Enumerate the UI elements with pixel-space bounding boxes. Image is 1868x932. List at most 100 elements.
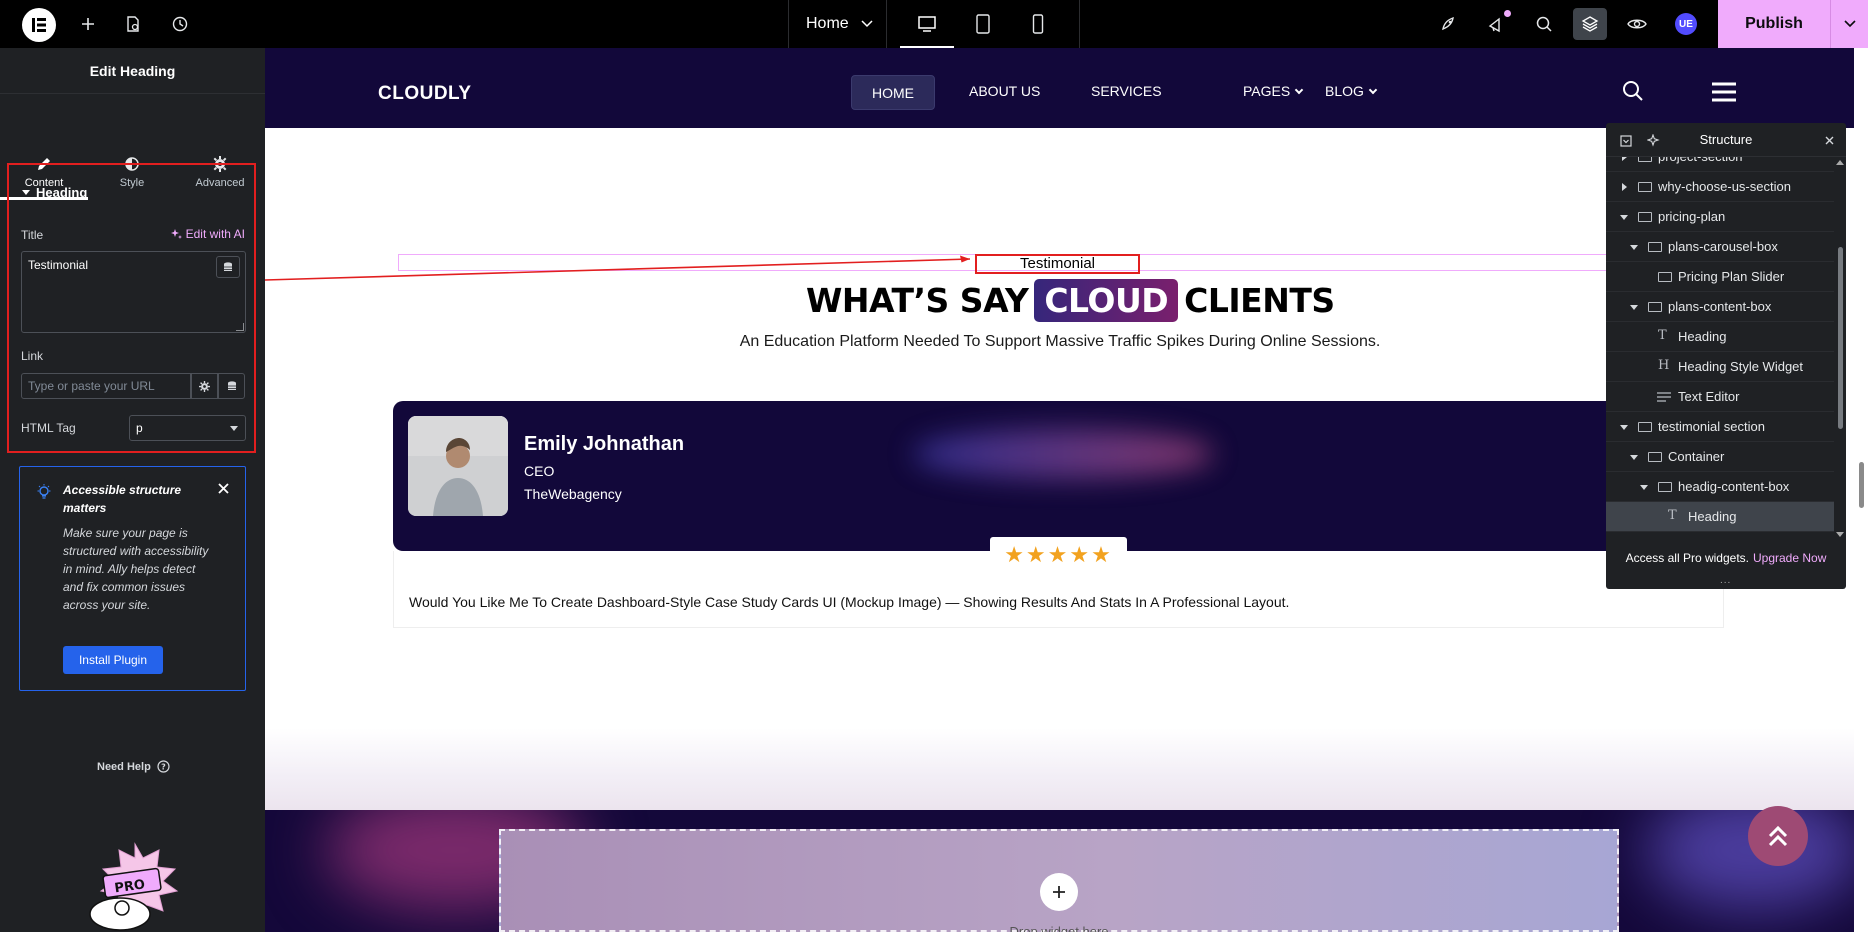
preview-icon[interactable] — [1622, 0, 1652, 48]
collapse-icon[interactable] — [1630, 455, 1638, 460]
tree-item[interactable]: T Heading — [1606, 322, 1834, 352]
svg-text:?: ? — [161, 763, 166, 772]
scroll-down-icon[interactable] — [1836, 532, 1844, 537]
title-label: Title — [21, 228, 44, 242]
resize-handle[interactable] — [236, 323, 244, 331]
tree-item-label: why-choose-us-section — [1658, 179, 1791, 194]
editor-panel: Edit Heading Content Style Advanced Head… — [0, 48, 265, 932]
tree-item-selected[interactable]: T Heading — [1606, 502, 1834, 532]
notice-text: Make sure your page is structured with a… — [63, 526, 209, 612]
html-tag-label: HTML Tag — [21, 421, 76, 435]
publish-options-button[interactable] — [1830, 0, 1868, 48]
tablet-icon[interactable] — [956, 0, 1010, 48]
need-help-link[interactable]: Need Help ? — [97, 760, 170, 773]
dynamic-tags-button[interactable] — [216, 256, 240, 278]
html-tag-select[interactable]: p — [129, 415, 246, 441]
expand-icon[interactable] — [1622, 183, 1627, 191]
ai-sparkle-icon[interactable] — [1647, 134, 1661, 148]
nav-item-blog-label: BLOG — [1325, 83, 1364, 99]
gear-icon — [199, 380, 210, 392]
collapse-icon[interactable] — [1630, 245, 1638, 250]
elementor-logo-icon[interactable] — [22, 8, 56, 42]
container-icon — [1658, 272, 1672, 282]
scroll-to-top-button[interactable] — [1748, 806, 1808, 866]
expand-icon[interactable] — [1622, 157, 1627, 161]
structure-header: Structure — [1606, 123, 1846, 157]
database-icon — [227, 380, 236, 390]
add-icon[interactable] — [73, 0, 103, 48]
collapse-icon[interactable] — [1620, 425, 1628, 430]
tree-item[interactable]: headig-content-box — [1606, 472, 1834, 502]
nav-item-blog[interactable]: BLOG — [1325, 83, 1378, 99]
tree-item-label: project-section — [1658, 157, 1743, 164]
structure-panel: Structure project-section why-choose-us-… — [1606, 123, 1846, 589]
link-options-button[interactable] — [191, 373, 218, 399]
link-dynamic-tags-button[interactable] — [218, 373, 245, 399]
nav-item-home[interactable]: HOME — [851, 75, 935, 110]
heading-section: Heading Title Edit with AI Testimonial L… — [7, 163, 256, 453]
site-logo[interactable]: CLOUDLY — [378, 83, 472, 105]
container-icon — [1638, 422, 1652, 432]
close-icon[interactable] — [218, 481, 229, 499]
scroll-up-icon[interactable] — [1836, 160, 1844, 165]
nav-item-services[interactable]: SERVICES — [1091, 83, 1162, 99]
tree-item[interactable]: Text Editor — [1606, 382, 1834, 412]
tree-item[interactable]: Pricing Plan Slider — [1606, 262, 1834, 292]
user-avatar[interactable]: UE — [1675, 13, 1697, 35]
tree-item-label: pricing-plan — [1658, 209, 1726, 224]
collapse-icon[interactable] — [1640, 485, 1648, 490]
site-search-icon[interactable] — [1622, 80, 1644, 107]
publish-button[interactable]: Publish — [1718, 0, 1830, 48]
notifications-icon[interactable] — [1481, 0, 1511, 48]
section-subheading: An Education Platform Needed To Support … — [739, 333, 1381, 350]
nav-item-about[interactable]: ABOUT US — [969, 83, 1040, 99]
structure-scrollbar[interactable] — [1834, 157, 1846, 541]
tree-item[interactable]: plans-carousel-box — [1606, 232, 1834, 262]
edit-with-ai-button[interactable]: Edit with AI — [170, 227, 245, 241]
install-plugin-button[interactable]: Install Plugin — [63, 646, 163, 674]
title-textarea[interactable]: Testimonial — [21, 251, 246, 333]
tree-item-label: plans-content-box — [1668, 299, 1772, 314]
mobile-icon[interactable] — [1011, 0, 1065, 48]
heading-section-toggle[interactable]: Heading — [22, 185, 87, 200]
chevron-down-icon — [1843, 20, 1856, 28]
structure-icon[interactable] — [1575, 0, 1605, 48]
tree-item[interactable]: H Heading Style Widget — [1606, 352, 1834, 382]
page-selector[interactable]: Home — [806, 0, 873, 48]
upgrade-now-link[interactable]: Upgrade Now — [1753, 551, 1826, 565]
tree-item[interactable]: why-choose-us-section — [1606, 172, 1834, 202]
tree-item-label: Heading — [1678, 329, 1727, 344]
hamburger-menu-icon[interactable] — [1712, 82, 1736, 107]
rocket-icon[interactable] — [1433, 0, 1463, 48]
title-value: Testimonial — [28, 258, 89, 272]
container-icon — [1648, 452, 1662, 462]
chevron-down-icon — [1368, 85, 1378, 95]
heading-icon: T — [1658, 328, 1667, 343]
nav-item-pages[interactable]: PAGES — [1243, 83, 1304, 99]
collapse-icon[interactable] — [1620, 215, 1628, 220]
notice-title: Accessible structure matters — [63, 483, 182, 515]
add-section-icon[interactable] — [1040, 873, 1078, 911]
tree-item-label: plans-carousel-box — [1668, 239, 1778, 254]
nav-item-pages-label: PAGES — [1243, 83, 1291, 99]
tree-item[interactable]: pricing-plan — [1606, 202, 1834, 232]
collapse-icon[interactable] — [1630, 305, 1638, 310]
structure-scrollbar-thumb[interactable] — [1838, 247, 1843, 429]
resize-handle[interactable]: ... — [1720, 575, 1731, 586]
canvas-scrollbar-thumb[interactable] — [1859, 462, 1864, 508]
close-icon[interactable] — [1825, 136, 1834, 145]
double-chevron-up-icon — [1768, 825, 1788, 847]
tree-item[interactable]: testimonial section — [1606, 412, 1834, 442]
testimonial-heading[interactable]: Testimonial — [975, 255, 1140, 272]
tree-item-label: Text Editor — [1678, 389, 1740, 404]
desktop-icon[interactable] — [900, 0, 954, 48]
tree-item-label: Container — [1668, 449, 1725, 464]
collapse-all-icon[interactable] — [1620, 135, 1632, 147]
link-input[interactable]: Type or paste your URL — [21, 373, 191, 399]
tree-item[interactable]: Container — [1606, 442, 1834, 472]
search-icon[interactable] — [1529, 0, 1559, 48]
tree-item[interactable]: plans-content-box — [1606, 292, 1834, 322]
history-icon[interactable] — [165, 0, 195, 48]
tree-item[interactable]: project-section — [1606, 157, 1834, 172]
page-settings-icon[interactable] — [118, 0, 148, 48]
